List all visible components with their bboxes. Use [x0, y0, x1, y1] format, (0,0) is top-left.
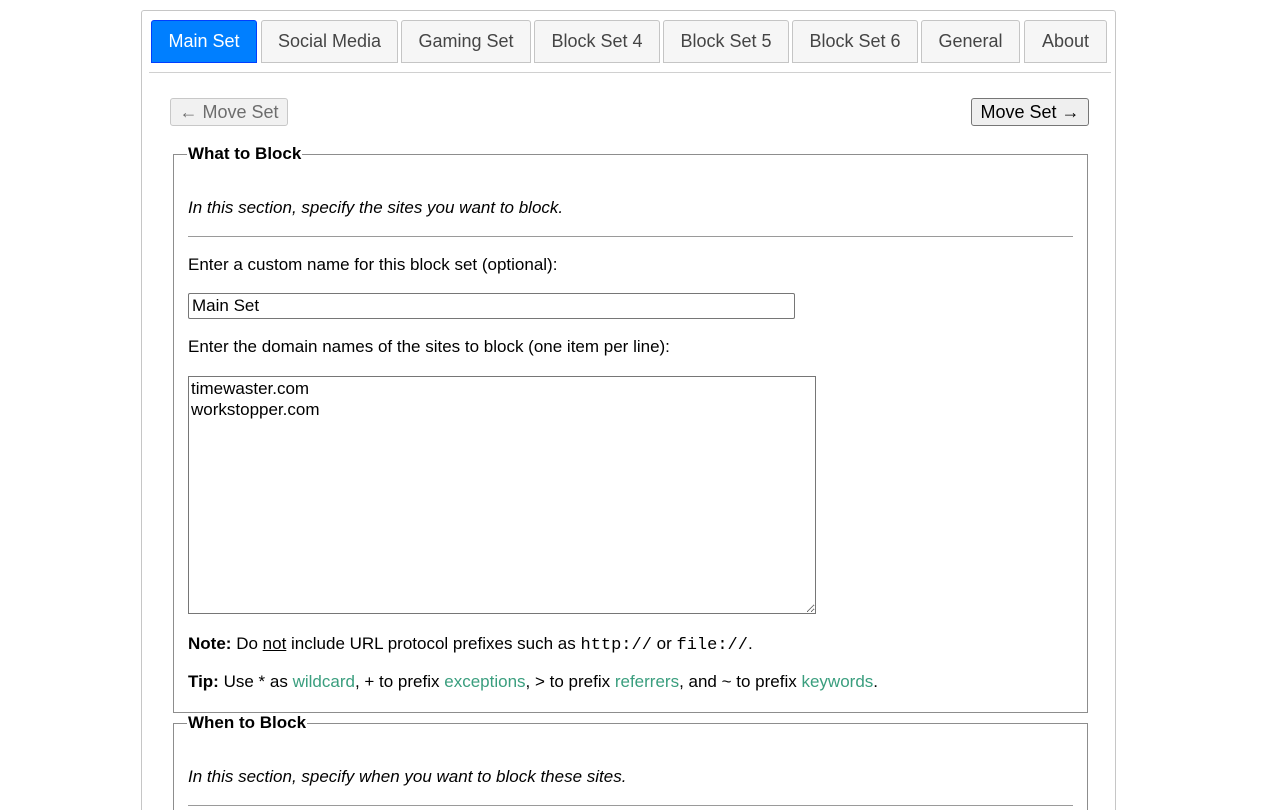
- wildcard-link[interactable]: wildcard: [293, 672, 355, 691]
- tab-general[interactable]: General: [921, 20, 1020, 63]
- note-text-4: .: [748, 634, 753, 653]
- sites-textarea[interactable]: [188, 376, 816, 614]
- note-text-2: include URL protocol prefixes such as: [291, 634, 576, 653]
- what-to-block-section: What to Block In this section, specify t…: [173, 144, 1088, 713]
- move-set-left-button[interactable]: ← Move Set: [170, 98, 288, 126]
- tab-gaming-set[interactable]: Gaming Set: [401, 20, 531, 63]
- tip-text-4: , and ~ to prefix: [679, 672, 797, 691]
- what-to-block-legend: What to Block: [187, 144, 302, 164]
- keywords-link[interactable]: keywords: [801, 672, 873, 691]
- tab-social-media[interactable]: Social Media: [261, 20, 398, 63]
- tab-block-set-4[interactable]: Block Set 4: [534, 20, 660, 63]
- when-to-block-intro: In this section, specify when you want t…: [188, 767, 626, 787]
- tip-bold: Tip:: [188, 672, 219, 691]
- tab-main-set[interactable]: Main Set: [151, 20, 257, 63]
- tip-text-5: .: [873, 672, 878, 691]
- when-to-block-legend: When to Block: [187, 713, 307, 733]
- tab-block-set-6[interactable]: Block Set 6: [792, 20, 918, 63]
- note-underlined: not: [263, 634, 287, 653]
- section-divider: [188, 805, 1073, 806]
- tab-bar: Main Set Social Media Gaming Set Block S…: [149, 19, 1111, 73]
- options-page: Main Set Social Media Gaming Set Block S…: [141, 10, 1116, 810]
- note-code-http: http://: [581, 636, 652, 655]
- exceptions-link[interactable]: exceptions: [444, 672, 525, 691]
- when-to-block-section: When to Block In this section, specify w…: [173, 713, 1088, 810]
- custom-name-input[interactable]: [188, 293, 795, 319]
- tip-text-2: , + to prefix: [355, 672, 440, 691]
- note-code-file: file://: [677, 636, 748, 655]
- tip-text-1: Use * as: [224, 672, 288, 691]
- move-set-right-button[interactable]: Move Set →: [971, 98, 1089, 126]
- note-line: Note: Do not include URL protocol prefix…: [188, 634, 753, 655]
- tip-text-3: , > to prefix: [526, 672, 611, 691]
- what-to-block-intro: In this section, specify the sites you w…: [188, 198, 563, 218]
- tip-line: Tip: Use * as wildcard, + to prefix exce…: [188, 672, 878, 692]
- tab-block-set-5[interactable]: Block Set 5: [663, 20, 789, 63]
- referrers-link[interactable]: referrers: [615, 672, 679, 691]
- note-text-3: or: [657, 634, 672, 653]
- tab-about[interactable]: About: [1024, 20, 1107, 63]
- note-text-1: Do: [236, 634, 258, 653]
- note-bold: Note:: [188, 634, 231, 653]
- custom-name-label: Enter a custom name for this block set (…: [188, 255, 557, 275]
- sites-label: Enter the domain names of the sites to b…: [188, 337, 670, 357]
- section-divider: [188, 236, 1073, 237]
